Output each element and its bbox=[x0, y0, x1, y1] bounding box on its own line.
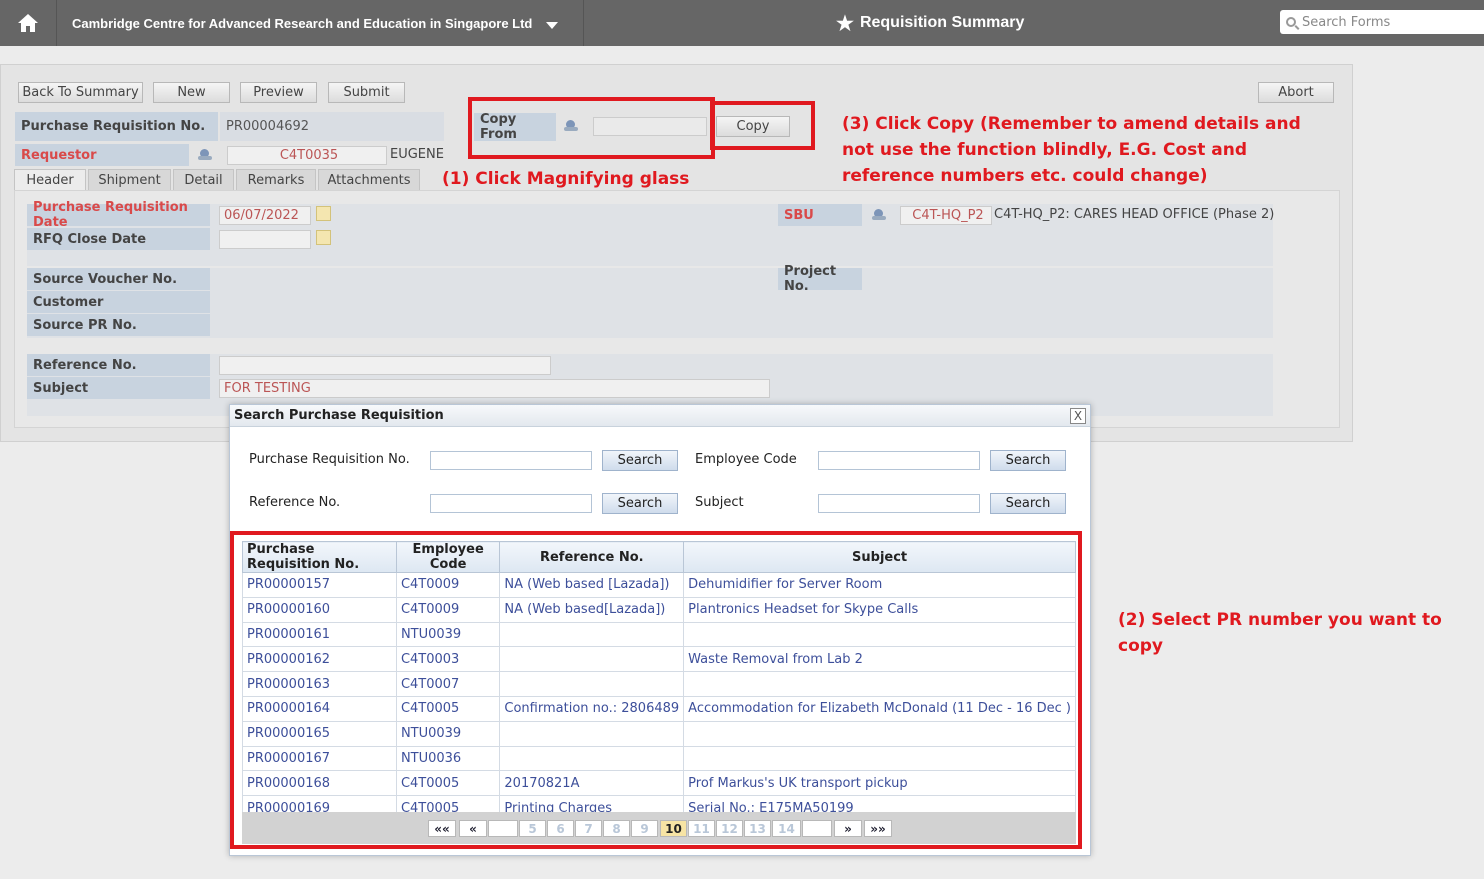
search-placeholder: Search Forms bbox=[1302, 14, 1391, 30]
sbu-label: SBU bbox=[778, 204, 862, 226]
home-icon bbox=[18, 14, 38, 32]
close-icon[interactable]: X bbox=[1070, 408, 1086, 424]
source-pr-label: Source PR No. bbox=[27, 314, 210, 336]
back-to-summary-button[interactable]: Back To Summary bbox=[18, 82, 143, 103]
rfq-close-date-label: RFQ Close Date bbox=[27, 228, 210, 250]
pr-no-value: PR00004692 bbox=[220, 112, 444, 141]
source-voucher-label: Source Voucher No. bbox=[27, 268, 210, 290]
tab-detail[interactable]: Detail bbox=[173, 169, 234, 191]
calendar-icon[interactable] bbox=[316, 206, 331, 221]
annotation-box-copy-from bbox=[468, 97, 715, 159]
tab-attachments[interactable]: Attachments bbox=[318, 169, 420, 191]
page-title: ★ Requisition Summary bbox=[836, 0, 1024, 46]
home-button[interactable] bbox=[0, 0, 57, 46]
employee-code-search-label: Employee Code bbox=[695, 452, 797, 467]
search-icon bbox=[1286, 17, 1296, 27]
pr-no-search-input[interactable] bbox=[430, 451, 592, 470]
reference-search-label: Reference No. bbox=[249, 495, 341, 510]
annotation-step3-line3: reference numbers etc. could change) bbox=[842, 166, 1208, 186]
chevron-down-icon bbox=[546, 21, 559, 29]
reference-search-button[interactable]: Search bbox=[602, 493, 678, 514]
employee-code-search-input[interactable] bbox=[818, 451, 980, 470]
subject-search-label: Subject bbox=[695, 495, 744, 510]
annotation-step2: (2) Select PR number you want to copy bbox=[1118, 610, 1442, 656]
subject-search-input[interactable] bbox=[818, 494, 980, 513]
employee-code-search-button[interactable]: Search bbox=[990, 450, 1066, 471]
annotation-box-copy bbox=[710, 101, 815, 150]
form-row-source bbox=[27, 268, 1273, 338]
tab-shipment[interactable]: Shipment bbox=[88, 169, 171, 191]
sbu-lookup-icon[interactable] bbox=[872, 209, 886, 221]
reference-no-field[interactable] bbox=[219, 356, 551, 375]
pr-date-label: Purchase Requisition Date bbox=[27, 200, 210, 230]
subject-search-button[interactable]: Search bbox=[990, 493, 1066, 514]
new-button[interactable]: New bbox=[153, 82, 230, 103]
annotation-step3-line1: (3) Click Copy (Remember to amend detail… bbox=[842, 114, 1301, 134]
preview-button[interactable]: Preview bbox=[240, 82, 317, 103]
pr-no-search-button[interactable]: Search bbox=[602, 450, 678, 471]
requestor-code-field[interactable]: C4T0035 bbox=[227, 146, 387, 165]
rfq-close-date-field[interactable] bbox=[219, 230, 311, 249]
reference-no-label: Reference No. bbox=[27, 354, 210, 376]
sbu-code-field[interactable]: C4T-HQ_P2 bbox=[900, 206, 992, 225]
pr-no-search-label: Purchase Requisition No. bbox=[249, 452, 410, 467]
annotation-step1: (1) Click Magnifying glass bbox=[442, 169, 690, 189]
pr-date-field[interactable]: 06/07/2022 bbox=[219, 206, 311, 225]
company-selector[interactable]: Cambridge Centre for Advanced Research a… bbox=[58, 0, 584, 46]
star-icon[interactable]: ★ bbox=[836, 11, 854, 36]
subject-field[interactable]: FOR TESTING bbox=[219, 379, 770, 398]
requestor-lookup-icon[interactable] bbox=[198, 149, 212, 161]
pr-no-label: Purchase Requisition No. bbox=[15, 112, 218, 141]
calendar-icon[interactable] bbox=[316, 230, 331, 245]
search-forms-input[interactable]: Search Forms bbox=[1280, 10, 1484, 34]
sbu-description: C4T-HQ_P2: CARES HEAD OFFICE (Phase 2) bbox=[994, 207, 1275, 222]
requestor-name: EUGENE bbox=[390, 147, 444, 162]
requestor-label: Requestor bbox=[15, 144, 189, 166]
abort-button[interactable]: Abort bbox=[1258, 82, 1334, 103]
subject-label: Subject bbox=[27, 377, 210, 399]
page-title-text: Requisition Summary bbox=[859, 14, 1025, 31]
tab-header[interactable]: Header bbox=[14, 169, 86, 191]
dialog-title: Search Purchase Requisition bbox=[230, 405, 1090, 427]
annotation-box-results bbox=[230, 531, 1082, 849]
tab-remarks[interactable]: Remarks bbox=[236, 169, 316, 191]
top-bar: Cambridge Centre for Advanced Research a… bbox=[0, 0, 1484, 46]
annotation-step3-line2: not use the function blindly, E.G. Cost … bbox=[842, 140, 1248, 160]
customer-label: Customer bbox=[27, 291, 210, 313]
submit-button[interactable]: Submit bbox=[328, 82, 405, 103]
company-name: Cambridge Centre for Advanced Research a… bbox=[72, 15, 533, 31]
reference-search-input[interactable] bbox=[430, 494, 592, 513]
project-no-label: Project No. bbox=[778, 264, 862, 294]
